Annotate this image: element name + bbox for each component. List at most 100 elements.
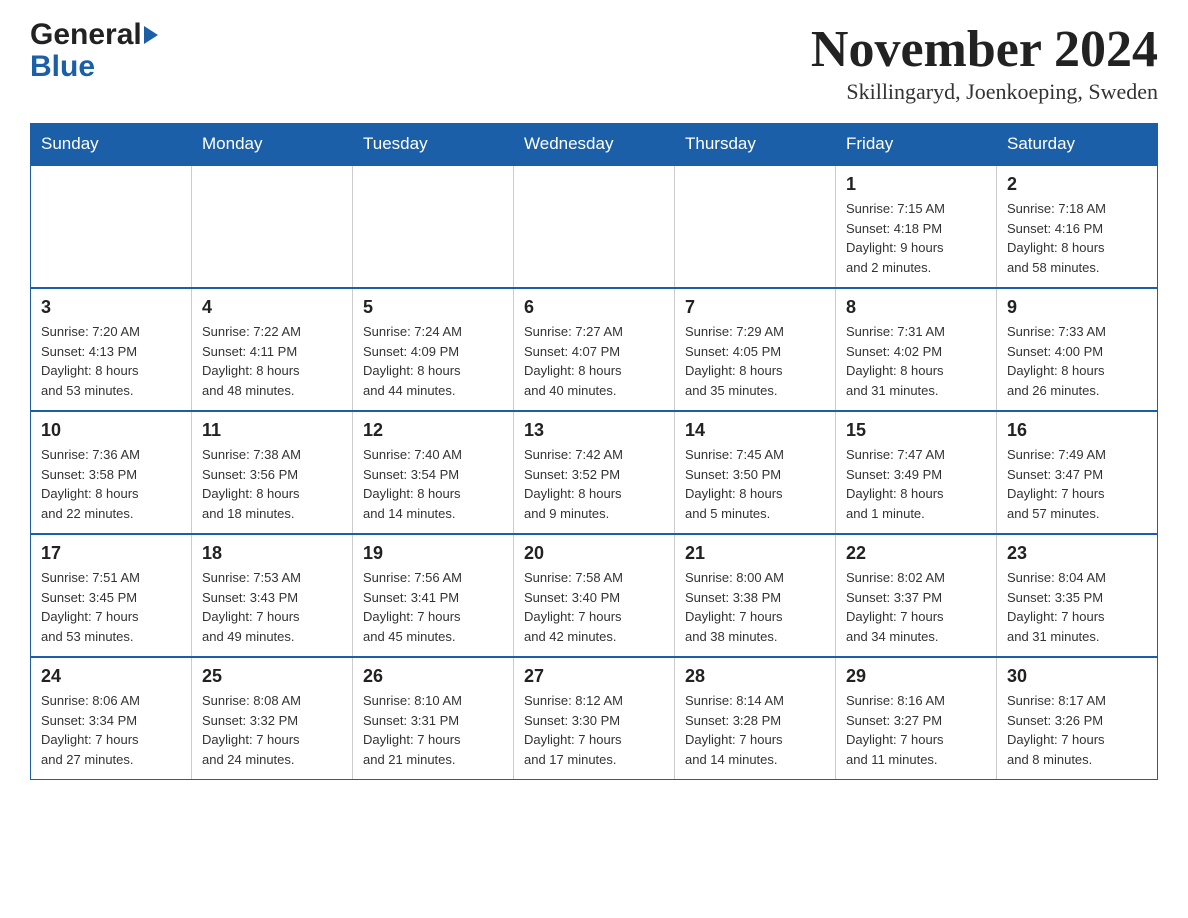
calendar-cell: 23Sunrise: 8:04 AMSunset: 3:35 PMDayligh… [997, 534, 1158, 657]
day-info: Sunrise: 8:14 AMSunset: 3:28 PMDaylight:… [685, 691, 825, 769]
day-number: 3 [41, 297, 181, 318]
calendar-cell [353, 165, 514, 288]
day-info: Sunrise: 8:08 AMSunset: 3:32 PMDaylight:… [202, 691, 342, 769]
calendar-table: SundayMondayTuesdayWednesdayThursdayFrid… [30, 123, 1158, 780]
calendar-cell: 6 Sunrise: 7:27 AMSunset: 4:07 PMDaylight… [514, 288, 675, 411]
page-header: General Blue November 2024 Skillingaryd,… [30, 20, 1158, 105]
day-number: 7 [685, 297, 825, 318]
day-number: 15 [846, 420, 986, 441]
weekday-header-monday: Monday [192, 124, 353, 166]
day-number: 30 [1007, 666, 1147, 687]
calendar-cell [31, 165, 192, 288]
day-info: Sunrise: 7:36 AMSunset: 3:58 PMDaylight:… [41, 445, 181, 523]
calendar-body: 1 Sunrise: 7:15 AMSunset: 4:18 PMDaylight… [31, 165, 1158, 780]
weekday-header-friday: Friday [836, 124, 997, 166]
day-info: Sunrise: 7:29 AMSunset: 4:05 PMDaylight:… [685, 322, 825, 400]
calendar-week-row: 24 Sunrise: 8:06 AMSunset: 3:34 PMDayligh… [31, 657, 1158, 780]
day-info: Sunrise: 8:10 AMSunset: 3:31 PMDaylight:… [363, 691, 503, 769]
title-section: November 2024 Skillingaryd, Joenkoeping,… [811, 20, 1158, 105]
calendar-week-row: 1 Sunrise: 7:15 AMSunset: 4:18 PMDaylight… [31, 165, 1158, 288]
weekday-header-sunday: Sunday [31, 124, 192, 166]
logo: General Blue [30, 20, 158, 82]
day-number: 11 [202, 420, 342, 441]
calendar-cell: 13Sunrise: 7:42 AMSunset: 3:52 PMDayligh… [514, 411, 675, 534]
day-info: Sunrise: 8:12 AMSunset: 3:30 PMDaylight:… [524, 691, 664, 769]
day-info: Sunrise: 8:00 AMSunset: 3:38 PMDaylight:… [685, 568, 825, 646]
day-number: 24 [41, 666, 181, 687]
calendar-cell: 29 Sunrise: 8:16 AMSunset: 3:27 PMDayligh… [836, 657, 997, 780]
day-number: 16 [1007, 420, 1147, 441]
day-number: 22 [846, 543, 986, 564]
calendar-cell: 5 Sunrise: 7:24 AMSunset: 4:09 PMDaylight… [353, 288, 514, 411]
calendar-week-row: 10 Sunrise: 7:36 AMSunset: 3:58 PMDayligh… [31, 411, 1158, 534]
calendar-week-row: 17 Sunrise: 7:51 AMSunset: 3:45 PMDayligh… [31, 534, 1158, 657]
day-number: 19 [363, 543, 503, 564]
weekday-header-tuesday: Tuesday [353, 124, 514, 166]
logo-triangle-icon [144, 26, 158, 44]
day-info: Sunrise: 7:49 AMSunset: 3:47 PMDaylight:… [1007, 445, 1147, 523]
day-number: 27 [524, 666, 664, 687]
calendar-cell [192, 165, 353, 288]
calendar-cell [514, 165, 675, 288]
calendar-week-row: 3 Sunrise: 7:20 AMSunset: 4:13 PMDaylight… [31, 288, 1158, 411]
calendar-cell: 4 Sunrise: 7:22 AMSunset: 4:11 PMDaylight… [192, 288, 353, 411]
day-info: Sunrise: 7:15 AMSunset: 4:18 PMDaylight:… [846, 199, 986, 277]
day-number: 8 [846, 297, 986, 318]
calendar-cell: 28 Sunrise: 8:14 AMSunset: 3:28 PMDayligh… [675, 657, 836, 780]
day-number: 2 [1007, 174, 1147, 195]
day-info: Sunrise: 8:16 AMSunset: 3:27 PMDaylight:… [846, 691, 986, 769]
calendar-cell: 25Sunrise: 8:08 AMSunset: 3:32 PMDayligh… [192, 657, 353, 780]
day-info: Sunrise: 8:04 AMSunset: 3:35 PMDaylight:… [1007, 568, 1147, 646]
calendar-cell: 24 Sunrise: 8:06 AMSunset: 3:34 PMDayligh… [31, 657, 192, 780]
logo-blue-text: Blue [30, 52, 95, 82]
day-number: 10 [41, 420, 181, 441]
calendar-cell: 7 Sunrise: 7:29 AMSunset: 4:05 PMDaylight… [675, 288, 836, 411]
calendar-cell: 15 Sunrise: 7:47 AMSunset: 3:49 PMDayligh… [836, 411, 997, 534]
day-number: 5 [363, 297, 503, 318]
calendar-cell: 17 Sunrise: 7:51 AMSunset: 3:45 PMDayligh… [31, 534, 192, 657]
day-info: Sunrise: 8:06 AMSunset: 3:34 PMDaylight:… [41, 691, 181, 769]
day-info: Sunrise: 7:45 AMSunset: 3:50 PMDaylight:… [685, 445, 825, 523]
day-info: Sunrise: 7:58 AMSunset: 3:40 PMDaylight:… [524, 568, 664, 646]
logo-general-text: General [30, 20, 142, 50]
day-info: Sunrise: 7:24 AMSunset: 4:09 PMDaylight:… [363, 322, 503, 400]
calendar-cell: 16 Sunrise: 7:49 AMSunset: 3:47 PMDayligh… [997, 411, 1158, 534]
day-info: Sunrise: 7:18 AMSunset: 4:16 PMDaylight:… [1007, 199, 1147, 277]
day-info: Sunrise: 7:27 AMSunset: 4:07 PMDaylight:… [524, 322, 664, 400]
calendar-cell: 2 Sunrise: 7:18 AMSunset: 4:16 PMDaylight… [997, 165, 1158, 288]
day-info: Sunrise: 7:53 AMSunset: 3:43 PMDaylight:… [202, 568, 342, 646]
day-number: 20 [524, 543, 664, 564]
calendar-cell: 21 Sunrise: 8:00 AMSunset: 3:38 PMDayligh… [675, 534, 836, 657]
day-number: 4 [202, 297, 342, 318]
day-number: 21 [685, 543, 825, 564]
day-info: Sunrise: 7:20 AMSunset: 4:13 PMDaylight:… [41, 322, 181, 400]
day-info: Sunrise: 7:22 AMSunset: 4:11 PMDaylight:… [202, 322, 342, 400]
day-number: 26 [363, 666, 503, 687]
calendar-cell: 9Sunrise: 7:33 AMSunset: 4:00 PMDaylight… [997, 288, 1158, 411]
day-number: 29 [846, 666, 986, 687]
calendar-subtitle: Skillingaryd, Joenkoeping, Sweden [811, 79, 1158, 105]
day-number: 17 [41, 543, 181, 564]
calendar-cell: 26 Sunrise: 8:10 AMSunset: 3:31 PMDayligh… [353, 657, 514, 780]
day-number: 14 [685, 420, 825, 441]
day-info: Sunrise: 8:17 AMSunset: 3:26 PMDaylight:… [1007, 691, 1147, 769]
calendar-cell: 11 Sunrise: 7:38 AMSunset: 3:56 PMDayligh… [192, 411, 353, 534]
calendar-cell: 22Sunrise: 8:02 AMSunset: 3:37 PMDayligh… [836, 534, 997, 657]
day-info: Sunrise: 7:51 AMSunset: 3:45 PMDaylight:… [41, 568, 181, 646]
day-number: 1 [846, 174, 986, 195]
day-number: 18 [202, 543, 342, 564]
day-number: 28 [685, 666, 825, 687]
calendar-cell: 30 Sunrise: 8:17 AMSunset: 3:26 PMDayligh… [997, 657, 1158, 780]
day-info: Sunrise: 7:40 AMSunset: 3:54 PMDaylight:… [363, 445, 503, 523]
day-info: Sunrise: 7:38 AMSunset: 3:56 PMDaylight:… [202, 445, 342, 523]
weekday-header-row: SundayMondayTuesdayWednesdayThursdayFrid… [31, 124, 1158, 166]
calendar-cell: 8Sunrise: 7:31 AMSunset: 4:02 PMDaylight… [836, 288, 997, 411]
weekday-header-thursday: Thursday [675, 124, 836, 166]
calendar-cell [675, 165, 836, 288]
day-info: Sunrise: 7:47 AMSunset: 3:49 PMDaylight:… [846, 445, 986, 523]
weekday-header-saturday: Saturday [997, 124, 1158, 166]
day-number: 6 [524, 297, 664, 318]
calendar-cell: 10 Sunrise: 7:36 AMSunset: 3:58 PMDayligh… [31, 411, 192, 534]
calendar-cell: 20 Sunrise: 7:58 AMSunset: 3:40 PMDayligh… [514, 534, 675, 657]
day-number: 9 [1007, 297, 1147, 318]
